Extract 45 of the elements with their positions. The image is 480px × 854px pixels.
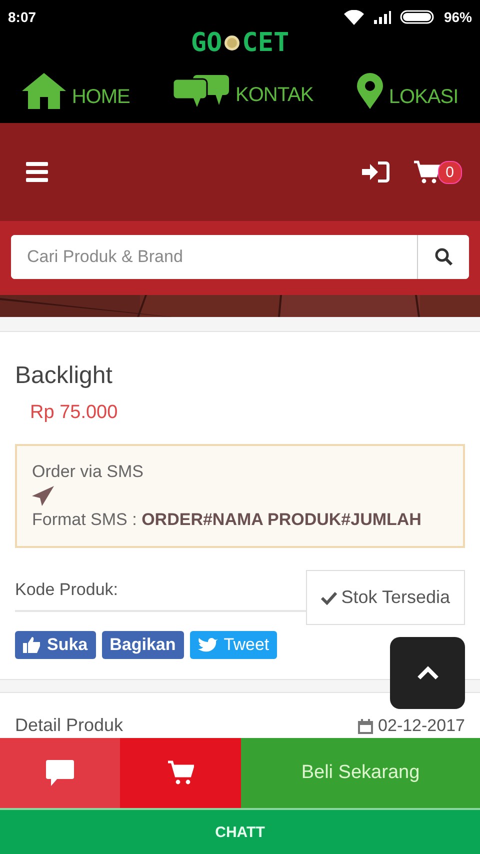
search-field[interactable]: Cari Produk & Brand bbox=[11, 235, 469, 279]
menu-icon[interactable] bbox=[26, 162, 48, 182]
paper-plane-icon bbox=[32, 486, 54, 506]
detail-date: 02-12-2017 bbox=[378, 716, 465, 736]
sms-title: Order via SMS bbox=[32, 462, 144, 482]
social-button[interactable]: Suka bbox=[15, 631, 96, 659]
speech-bubble-icon bbox=[46, 760, 74, 786]
signal-icon bbox=[372, 10, 392, 24]
detail-title: Detail Produk bbox=[15, 715, 124, 736]
nav-link[interactable]: HOME bbox=[22, 72, 130, 108]
bird-icon bbox=[198, 637, 218, 653]
chat-button[interactable] bbox=[0, 738, 120, 808]
location-pin-icon bbox=[356, 72, 383, 108]
cart-icon bbox=[168, 760, 194, 786]
nav-link[interactable]: KONTAK bbox=[173, 74, 314, 106]
chevron-up-icon bbox=[416, 666, 438, 680]
status-time: 8:07 bbox=[8, 9, 36, 25]
calendar-icon bbox=[358, 718, 374, 734]
cart-icon[interactable] bbox=[414, 160, 440, 184]
product-code-label: Kode Produk: bbox=[15, 570, 306, 612]
check-icon bbox=[321, 590, 338, 604]
battery-icon bbox=[400, 10, 436, 24]
add-to-cart-button[interactable] bbox=[120, 738, 241, 808]
buy-now-button[interactable]: Beli Sekarang bbox=[241, 738, 480, 808]
cart-count-badge: 0 bbox=[438, 160, 462, 184]
search-icon bbox=[434, 248, 452, 266]
product-title: Backlight bbox=[15, 362, 114, 390]
logo-text: CET bbox=[242, 28, 290, 58]
stock-text: Stok Tersedia bbox=[341, 587, 450, 608]
chat-bubbles-icon bbox=[173, 74, 230, 106]
social-button[interactable]: Tweet bbox=[190, 631, 278, 659]
social-button[interactable]: Bagikan bbox=[102, 631, 184, 659]
logo-text: GO bbox=[190, 28, 222, 58]
scroll-top-button[interactable] bbox=[390, 637, 465, 709]
battery-percent: 96% bbox=[444, 9, 472, 25]
thumbs-up-icon bbox=[23, 637, 41, 653]
house-icon bbox=[22, 72, 66, 108]
chat-bar-button[interactable]: CHATT bbox=[0, 808, 480, 854]
product-price: Rp 75.000 bbox=[30, 402, 119, 424]
coin-icon bbox=[224, 35, 240, 51]
sms-format: Format SMS : ORDER#NAMA PRODUK#JUMLAH bbox=[32, 510, 422, 530]
nav-link[interactable]: LOKASI bbox=[356, 72, 458, 108]
login-icon[interactable] bbox=[362, 161, 390, 183]
wifi-icon bbox=[344, 10, 364, 24]
search-button[interactable] bbox=[417, 235, 469, 279]
